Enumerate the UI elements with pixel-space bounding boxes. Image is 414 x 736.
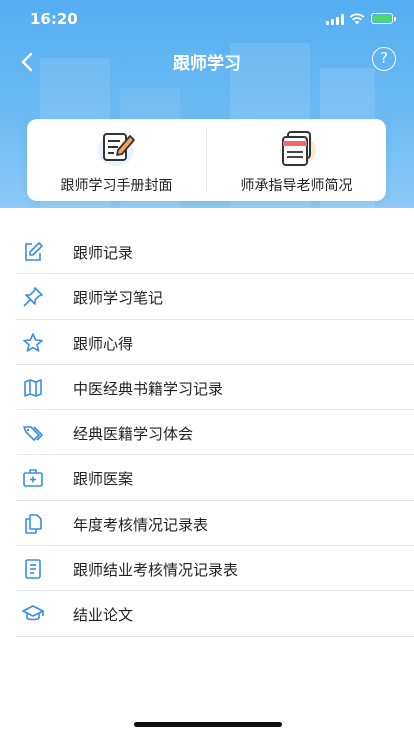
menu-item-label: 跟师学习笔记 bbox=[73, 289, 164, 308]
tag-icon bbox=[23, 426, 43, 441]
cellular-signal-icon bbox=[326, 14, 344, 25]
menu-item-medical-cases[interactable]: 跟师医案 bbox=[0, 455, 414, 502]
edit-icon bbox=[25, 242, 43, 261]
menu-item-classics-reflections[interactable]: 经典医籍学习体会 bbox=[0, 410, 414, 456]
medical-kit-icon bbox=[23, 469, 43, 488]
home-indicator[interactable] bbox=[134, 722, 282, 727]
document-icon bbox=[25, 559, 41, 579]
map-icon bbox=[24, 379, 42, 397]
menu-item-study-notes[interactable]: 跟师学习笔记 bbox=[0, 274, 414, 320]
menu-item-classics-records[interactable]: 中医经典书籍学习记录 bbox=[0, 365, 414, 411]
menu-item-label: 年度考核情况记录表 bbox=[73, 515, 209, 534]
documents-icon bbox=[280, 131, 316, 166]
menu-item-label: 跟师医案 bbox=[73, 470, 134, 489]
status-time: 16:20 bbox=[30, 10, 78, 28]
copy-document-icon bbox=[25, 513, 42, 534]
menu-item-insights[interactable]: 跟师心得 bbox=[0, 320, 414, 366]
menu-item-label: 经典医籍学习体会 bbox=[73, 425, 194, 444]
graduation-cap-icon bbox=[22, 605, 44, 621]
pin-icon bbox=[23, 287, 43, 307]
menu-item-label: 中医经典书籍学习记录 bbox=[73, 379, 224, 398]
menu-item-annual-assessment[interactable]: 年度考核情况记录表 bbox=[0, 501, 414, 547]
help-button[interactable]: ? bbox=[372, 47, 396, 71]
menu-item-follow-records[interactable]: 跟师记录 bbox=[0, 229, 414, 275]
handbook-cover-entry[interactable]: 跟师学习手册封面 bbox=[27, 119, 206, 201]
menu-item-completion-assessment[interactable]: 跟师结业考核情况记录表 bbox=[0, 546, 414, 592]
page-title: 跟师学习 bbox=[173, 54, 241, 74]
mentor-profile-entry[interactable]: 师承指导老师简况 bbox=[207, 119, 386, 201]
quick-access-card: 跟师学习手册封面 师承指导老师简况 bbox=[27, 119, 386, 201]
menu-item-thesis[interactable]: 结业论文 bbox=[0, 591, 414, 637]
notebook-pencil-icon bbox=[98, 133, 135, 166]
wifi-icon bbox=[349, 13, 365, 25]
card-label: 师承指导老师简况 bbox=[240, 178, 353, 194]
card-label: 跟师学习手册封面 bbox=[60, 178, 173, 194]
status-bar: 16:20 bbox=[0, 0, 414, 40]
menu-item-label: 跟师心得 bbox=[73, 334, 134, 353]
menu-item-label: 结业论文 bbox=[73, 606, 134, 625]
menu-item-label: 跟师记录 bbox=[73, 244, 134, 262]
navigation-bar: 跟师学习 ? bbox=[0, 40, 414, 80]
battery-icon bbox=[371, 13, 396, 24]
menu-item-label: 跟师结业考核情况记录表 bbox=[73, 561, 239, 580]
menu-list: 跟师记录 跟师学习笔记 跟师心得 中医经典书籍学习记录 经典医籍学习体会 跟师医… bbox=[0, 229, 414, 637]
star-icon bbox=[23, 332, 43, 352]
